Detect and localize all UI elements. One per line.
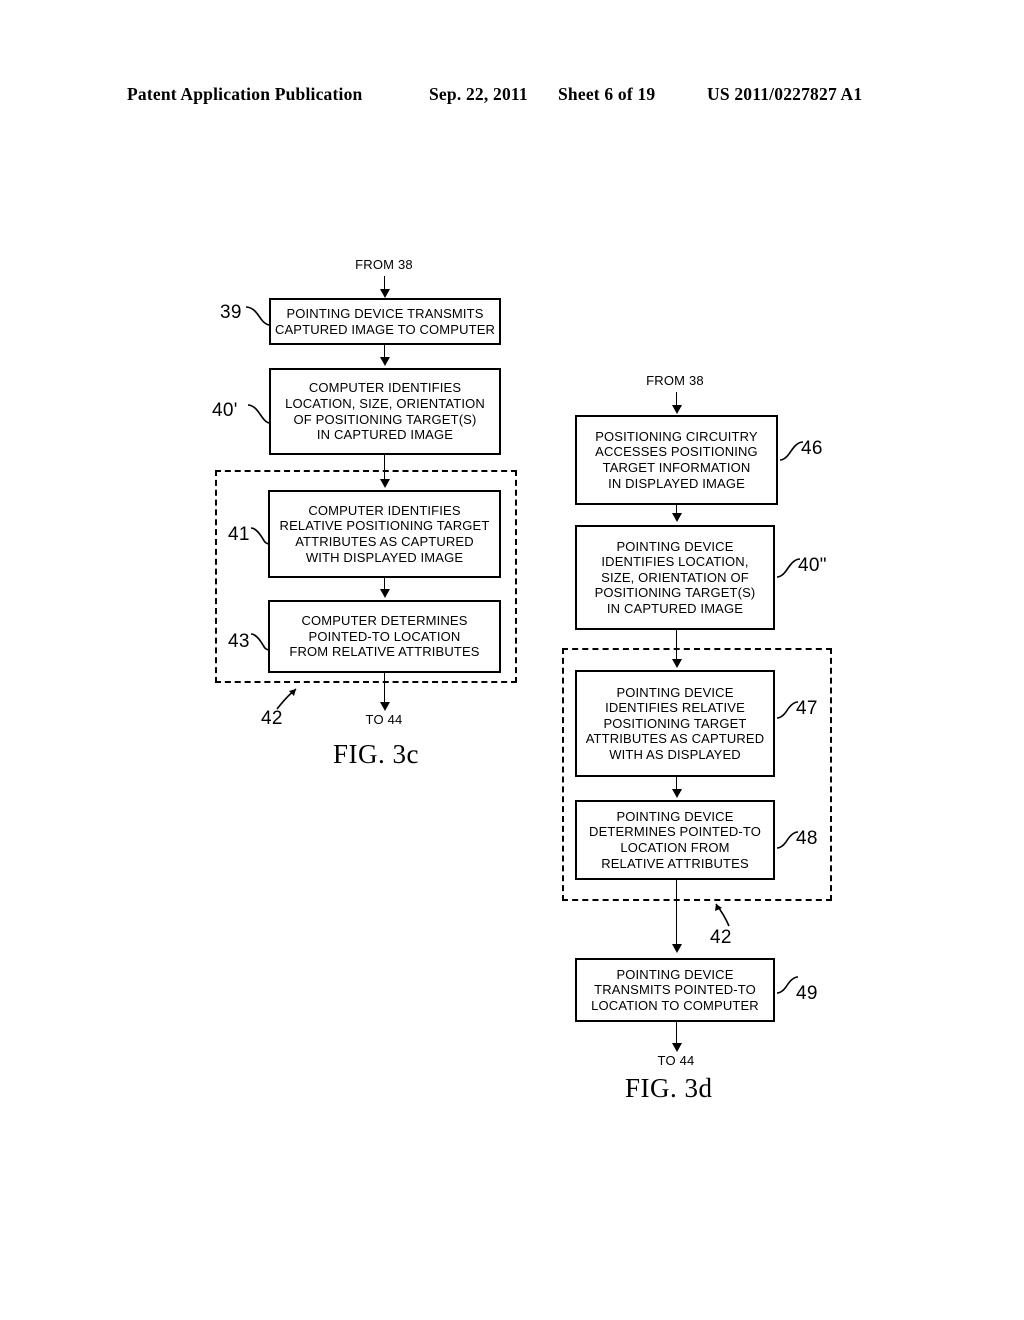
- fig3d-line-48-49: [676, 880, 677, 945]
- node-text-line: LOCATION FROM: [620, 840, 730, 855]
- node-text-line: POINTING DEVICE: [616, 966, 734, 982]
- fig3d-entry-line: [676, 392, 677, 406]
- node-text-line: DETERMINES POINTED-TO: [589, 824, 761, 840]
- node-text-line: ATTRIBUTES AS CAPTURED: [585, 731, 765, 747]
- node-text-line: ACCESSES POSITIONING: [595, 444, 758, 460]
- fig3d-refnum-46: 46: [801, 438, 823, 459]
- fig3d-refnum-47: 47: [796, 698, 818, 719]
- node-text-line: TRANSMITS POINTED-TO: [594, 982, 756, 998]
- node-text-line: POINTING DEVICE: [616, 684, 734, 700]
- fig3d-exit-arrowhead: [671, 1043, 682, 1052]
- node-text-line: WITH AS DISPLAYED: [609, 746, 741, 762]
- fig3d-exit-label: TO 44: [657, 1053, 695, 1068]
- node-text-line: POINTING DEVICE: [616, 808, 734, 824]
- fig3d-arrowhead-47: [671, 659, 682, 668]
- fig3d-caption: FIG. 3d: [625, 1073, 713, 1103]
- fig3d-node-47: POINTING DEVICE IDENTIFIES RELATIVE POSI…: [575, 670, 775, 777]
- fig3d-refnum-40-double-prime: 40": [798, 555, 827, 576]
- node-text-line: LOCATION TO COMPUTER: [591, 997, 759, 1013]
- fig3d-entry-label: FROM 38: [646, 373, 704, 388]
- fig3d-exit-line: [676, 1022, 677, 1045]
- fig3d-refnum-42: 42: [710, 927, 732, 948]
- fig3d-line-40-47: [676, 630, 677, 659]
- fig3d-node-49: POINTING DEVICE TRANSMITS POINTED-TO LOC…: [575, 958, 775, 1022]
- fig3d-node-46: POSITIONING CIRCUITRY ACCESSES POSITIONI…: [575, 415, 778, 505]
- node-text-line: IDENTIFIES RELATIVE: [605, 700, 745, 716]
- node-text-line: TARGET INFORMATION: [602, 460, 751, 475]
- fig3d-arrowhead-40: [671, 513, 682, 522]
- figure-3d: FROM 38 POSITIONING CIRCUITRY ACCESSES P…: [0, 0, 1024, 1130]
- fig3d-refnum-49: 49: [796, 983, 818, 1004]
- fig3d-entry-arrowhead: [671, 405, 682, 414]
- node-text-line: IN DISPLAYED IMAGE: [608, 475, 745, 491]
- fig3d-leader-42: [715, 903, 730, 927]
- fig3d-refnum-48: 48: [796, 828, 818, 849]
- fig3d-node-48: POINTING DEVICE DETERMINES POINTED-TO LO…: [575, 800, 775, 880]
- node-text-line: RELATIVE ATTRIBUTES: [601, 855, 749, 871]
- node-text-line: POSITIONING TARGET: [603, 715, 747, 731]
- node-text-line: IDENTIFIES LOCATION,: [601, 554, 749, 570]
- fig3d-arrowhead-48: [671, 789, 682, 798]
- node-text-line: SIZE, ORIENTATION OF: [601, 569, 749, 585]
- node-text-line: POINTING DEVICE: [616, 538, 734, 554]
- node-text-line: POSITIONING CIRCUITRY: [595, 428, 758, 444]
- node-text-line: POSITIONING TARGET(S): [594, 585, 756, 601]
- fig3d-node-40-double-prime: POINTING DEVICE IDENTIFIES LOCATION, SIZ…: [575, 525, 775, 630]
- node-text-line: IN CAPTURED IMAGE: [606, 600, 744, 616]
- fig3d-arrowhead-49: [671, 944, 682, 953]
